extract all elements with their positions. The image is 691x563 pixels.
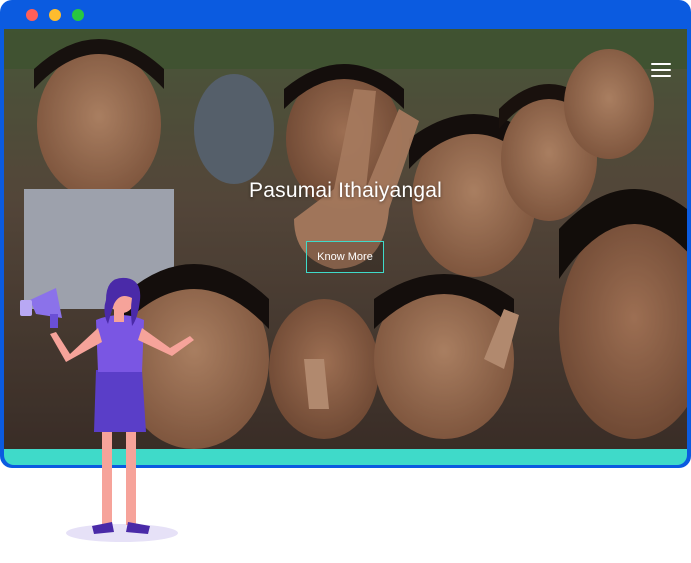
woman-megaphone-illustration <box>20 277 194 542</box>
close-window-button[interactable] <box>26 9 38 21</box>
know-more-button[interactable]: Know More <box>306 241 384 273</box>
hero-title: Pasumai Ithaiyangal <box>249 179 442 202</box>
hamburger-menu-icon[interactable] <box>651 63 671 79</box>
minimize-window-button[interactable] <box>49 9 61 21</box>
maximize-window-button[interactable] <box>72 9 84 21</box>
